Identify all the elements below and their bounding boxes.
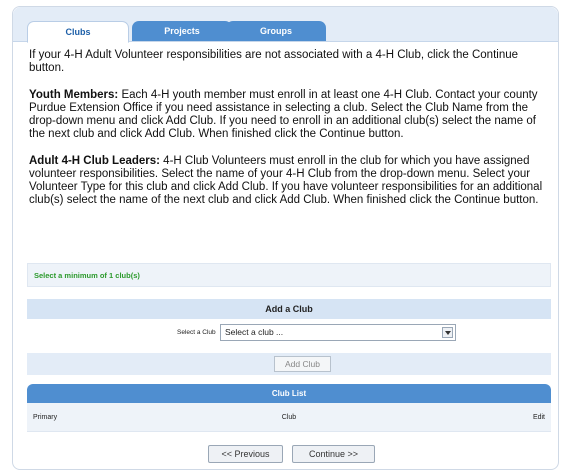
minimum-clubs-notice: Select a minimum of 1 club(s)	[27, 263, 551, 287]
adult-leaders-text: Adult 4-H Club Leaders: 4-H Club Volunte…	[29, 155, 549, 207]
add-club-button[interactable]: Add Club	[274, 356, 331, 372]
tab-groups[interactable]: Groups	[226, 21, 326, 41]
column-edit: Edit	[532, 414, 545, 421]
navigation-row: << Previous Continue >>	[27, 445, 551, 465]
column-primary: Primary	[33, 414, 58, 421]
enrollment-panel: Clubs Projects Groups If your 4-H Adult …	[12, 6, 559, 470]
intro-text: If your 4-H Adult Volunteer responsibili…	[29, 49, 519, 74]
column-club: Club	[281, 414, 297, 421]
club-select[interactable]: Select a club ...	[220, 324, 456, 341]
select-club-label: Select a Club	[177, 329, 216, 336]
tab-clubs[interactable]: Clubs	[27, 21, 129, 43]
previous-button[interactable]: << Previous	[208, 445, 283, 463]
add-club-header: Add a Club	[27, 299, 551, 319]
tab-projects[interactable]: Projects	[132, 21, 232, 41]
club-list-columns: Primary Club Edit	[27, 403, 551, 432]
continue-button[interactable]: Continue >>	[292, 445, 375, 463]
add-club-row: Add Club	[27, 353, 551, 375]
chevron-down-icon[interactable]	[442, 327, 453, 338]
tab-bar: Clubs Projects Groups	[13, 7, 558, 43]
instructions: If your 4-H Adult Volunteer responsibili…	[29, 49, 549, 221]
youth-members-heading: Youth Members:	[29, 89, 119, 101]
select-club-row: Select a Club Select a club ...	[27, 321, 551, 345]
adult-leaders-heading: Adult 4-H Club Leaders:	[29, 155, 160, 167]
club-list-header: Club List	[27, 384, 551, 403]
club-select-value: Select a club ...	[225, 327, 284, 337]
youth-members-text: Youth Members: Each 4-H youth member mus…	[29, 89, 549, 141]
